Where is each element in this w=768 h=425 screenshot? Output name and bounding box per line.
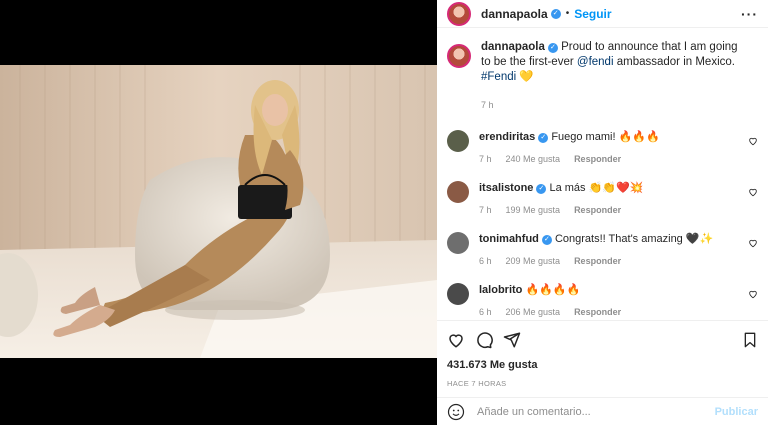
comment-likes[interactable]: 206 Me gusta: [506, 307, 561, 317]
comment-time: 6 h: [479, 256, 492, 266]
comment-time: 7 h: [479, 205, 492, 215]
reply-button[interactable]: Responder: [574, 256, 621, 266]
comment-time: 6 h: [479, 307, 492, 317]
comment-input[interactable]: [477, 405, 715, 418]
verified-badge-icon: ✓: [547, 43, 558, 53]
commenter-avatar[interactable]: [447, 181, 469, 203]
like-comment-icon[interactable]: [748, 136, 758, 146]
post-caption: dannapaola ✓ Proud to announce that I am …: [447, 40, 758, 113]
share-send-icon[interactable]: [503, 331, 521, 349]
like-comment-icon[interactable]: [748, 187, 758, 197]
comment-text: Congrats!! That's amazing 🖤✨: [554, 233, 714, 245]
commenter-avatar[interactable]: [447, 232, 469, 254]
post-time-ago: HACE 7 HORAS: [447, 379, 507, 388]
comment-text: La más 👏👏❤️💥: [549, 182, 644, 194]
hashtag-link[interactable]: #Fendi: [481, 71, 516, 83]
comment-row: erendiritas ✓ Fuego mami! 🔥🔥🔥 7 h 240 Me g…: [447, 130, 758, 164]
author-username[interactable]: dannapaola: [481, 7, 548, 21]
post-media: [0, 0, 437, 425]
add-comment-bar: Publicar: [437, 397, 768, 425]
comment-likes[interactable]: 209 Me gusta: [506, 256, 561, 266]
mention-link[interactable]: @fendi: [577, 56, 614, 68]
reply-button[interactable]: Responder: [574, 205, 621, 215]
like-comment-icon[interactable]: [748, 238, 758, 248]
comment-text: 🔥🔥🔥🔥: [525, 284, 581, 296]
separator-dot: •: [565, 8, 570, 19]
commenter-username[interactable]: tonimahfud: [479, 233, 539, 245]
caption-author[interactable]: dannapaola: [481, 41, 545, 53]
commenter-username[interactable]: erendiritas: [479, 131, 535, 143]
caption-emoji: 💛: [519, 71, 534, 83]
caption-text: dannapaola ✓ Proud to announce that I am …: [481, 40, 741, 113]
commenter-username[interactable]: lalobrito: [479, 284, 522, 296]
post-viewer: dannapaola ✓ • Seguir ··· dannapaola ✓ Pr…: [0, 0, 768, 425]
bookmark-icon[interactable]: [742, 331, 758, 349]
comment-time: 7 h: [479, 154, 492, 164]
commenter-avatar[interactable]: [447, 283, 469, 305]
publish-button[interactable]: Publicar: [715, 406, 758, 418]
follow-button[interactable]: Seguir: [574, 7, 611, 21]
commenter-username[interactable]: itsalistone: [479, 182, 533, 194]
like-comment-icon[interactable]: [748, 289, 758, 299]
comment-likes[interactable]: 240 Me gusta: [506, 154, 561, 164]
commenter-avatar[interactable]: [447, 130, 469, 152]
verified-badge-icon: ✓: [538, 133, 549, 143]
verified-badge-icon: ✓: [550, 8, 561, 19]
post-photo[interactable]: [0, 65, 437, 358]
caption-author-avatar[interactable]: [447, 44, 471, 68]
comments-list[interactable]: dannapaola ✓ Proud to announce that I am …: [437, 40, 768, 320]
reply-button[interactable]: Responder: [574, 154, 621, 164]
verified-badge-icon: ✓: [541, 235, 552, 245]
more-options-icon[interactable]: ···: [741, 6, 758, 22]
like-heart-icon[interactable]: [447, 331, 465, 349]
reply-button[interactable]: Responder: [574, 307, 621, 317]
comment-row: lalobrito 🔥🔥🔥🔥 6 h 206 Me gusta Responder: [447, 283, 758, 317]
likes-count[interactable]: 431.673 Me gusta: [447, 359, 758, 371]
author-avatar[interactable]: [447, 1, 471, 26]
comment-row: itsalistone ✓ La más 👏👏❤️💥 7 h 199 Me gust…: [447, 181, 758, 215]
caption-time: 7 h: [481, 100, 494, 110]
post-detail-panel: dannapaola ✓ • Seguir ··· dannapaola ✓ Pr…: [437, 0, 768, 425]
comment-row: tonimahfud ✓ Congrats!! That's amazing 🖤✨…: [447, 232, 758, 266]
caption-middle: ambassador in Mexico.: [616, 56, 735, 68]
post-header: dannapaola ✓ • Seguir ···: [437, 0, 768, 28]
comment-bubble-icon[interactable]: [475, 331, 493, 349]
verified-badge-icon: ✓: [536, 184, 547, 194]
emoji-icon[interactable]: [447, 403, 465, 421]
comment-likes[interactable]: 199 Me gusta: [506, 205, 561, 215]
action-icons: [447, 321, 758, 359]
comment-text: Fuego mami! 🔥🔥🔥: [551, 131, 660, 143]
